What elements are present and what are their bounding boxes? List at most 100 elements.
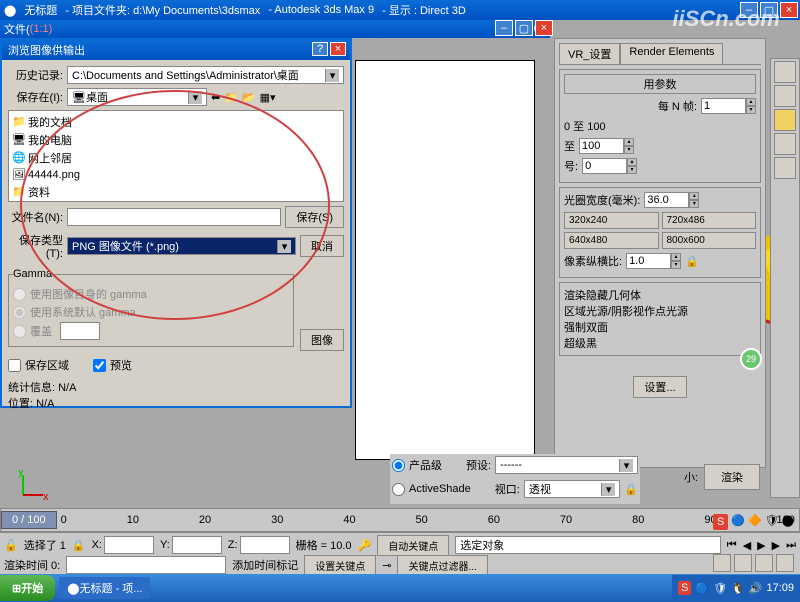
list-item[interactable]: 🖥我的电脑 xyxy=(11,131,341,149)
taskbar-item[interactable]: ⬤ 无标题 - 项... xyxy=(59,577,150,599)
new-folder-icon[interactable]: 📂 xyxy=(242,91,256,104)
view-menu-icon[interactable]: ▦▾ xyxy=(260,91,276,104)
tab-render-elements[interactable]: Render Elements xyxy=(620,43,723,64)
zoom-icon[interactable] xyxy=(734,554,752,572)
preset-800x600[interactable]: 800x600 xyxy=(662,232,757,249)
filename-input[interactable] xyxy=(67,208,281,226)
preset-320x240[interactable]: 320x240 xyxy=(564,212,659,229)
list-item[interactable]: 📁资料 xyxy=(11,183,341,201)
x-input[interactable] xyxy=(104,536,154,554)
viewport-combo[interactable]: 透视▾ xyxy=(524,480,620,498)
notification-badge[interactable]: 29 xyxy=(740,348,762,370)
preset-720x486[interactable]: 720x486 xyxy=(662,212,757,229)
tool-icon[interactable] xyxy=(774,133,796,155)
spinner-down-icon[interactable]: ▾ xyxy=(689,200,699,208)
back-icon[interactable]: ⬅ xyxy=(211,91,220,104)
dialog-close-button[interactable]: × xyxy=(330,42,346,56)
render-button[interactable]: 渲染 xyxy=(704,464,760,490)
save-region-checkbox[interactable] xyxy=(8,359,21,372)
tray-icon[interactable]: 🔵 xyxy=(731,514,745,530)
spinner-up-icon[interactable]: ▴ xyxy=(624,138,634,146)
num-input[interactable] xyxy=(582,158,627,174)
every-n-input[interactable] xyxy=(701,98,746,114)
lock-icon[interactable]: 🔒 xyxy=(685,255,699,268)
up-folder-icon[interactable]: 📁 xyxy=(224,91,238,104)
set-key-button[interactable]: 设置关键点 xyxy=(304,555,376,576)
to-input[interactable] xyxy=(579,138,624,154)
timeline-slider[interactable]: 0 / 100 xyxy=(1,511,57,529)
lock-icon[interactable]: 🔒 xyxy=(72,539,86,552)
play-end-icon[interactable]: ⏭ xyxy=(786,539,796,552)
tool-icon[interactable] xyxy=(774,61,796,83)
tray-icon[interactable]: 🛡 xyxy=(765,514,779,530)
dialog-help-button[interactable]: ? xyxy=(312,42,328,56)
tool-icon[interactable] xyxy=(774,157,796,179)
list-item[interactable]: 🌐网上邻居 xyxy=(11,149,341,167)
pan-icon[interactable] xyxy=(713,554,731,572)
preset-640x480[interactable]: 640x480 xyxy=(564,232,659,249)
tray-icon[interactable]: 🔶 xyxy=(748,514,762,530)
chevron-down-icon[interactable]: ▾ xyxy=(188,91,202,104)
preset-combo[interactable]: ------▾ xyxy=(495,456,638,474)
close-button[interactable]: × xyxy=(780,2,798,18)
spinner-up-icon[interactable]: ▴ xyxy=(627,158,637,166)
chevron-down-icon[interactable]: ▾ xyxy=(619,459,633,472)
y-input[interactable] xyxy=(172,536,222,554)
auto-key-button[interactable]: 自动关键点 xyxy=(377,535,449,556)
maximize-viewport-icon[interactable] xyxy=(776,554,794,572)
tool-icon[interactable] xyxy=(774,109,796,131)
spinner-down-icon[interactable]: ▾ xyxy=(624,146,634,154)
sub-maximize-button[interactable]: ▢ xyxy=(515,20,533,36)
tray-icon[interactable]: 🛡 xyxy=(713,582,727,595)
activeshade-radio[interactable] xyxy=(392,483,405,496)
play-start-icon[interactable]: ⏮ xyxy=(727,539,737,552)
lock-icon[interactable]: 🔓 xyxy=(4,539,18,552)
spinner-up-icon[interactable]: ▴ xyxy=(746,98,756,106)
prompt-input[interactable] xyxy=(66,556,226,574)
list-item[interactable]: 📁我的文档 xyxy=(11,113,341,131)
lock-icon[interactable]: 🔒 xyxy=(624,483,638,496)
filetype-combo[interactable]: PNG 图像文件 (*.png) ▾ xyxy=(67,237,296,255)
tray-icon[interactable]: S xyxy=(678,581,691,595)
tool-icon[interactable] xyxy=(774,85,796,107)
clock[interactable]: 17:09 xyxy=(766,582,794,594)
tray-icon[interactable]: 🐧 xyxy=(731,582,745,595)
key-filter-button[interactable]: 关键点过滤器... xyxy=(397,555,487,576)
play-prev-icon[interactable]: ◀ xyxy=(743,539,751,552)
tray-icon[interactable]: 🔊 xyxy=(749,582,763,595)
preview-checkbox[interactable] xyxy=(93,359,106,372)
dialog-titlebar[interactable]: 浏览图像供输出 ? × xyxy=(2,40,350,60)
orbit-icon[interactable] xyxy=(755,554,773,572)
file-list[interactable]: 📁我的文档 🖥我的电脑 🌐网上邻居 🖼44444.png 📁资料 xyxy=(8,110,344,202)
pixel-aspect-input[interactable] xyxy=(626,253,671,269)
key-icon[interactable]: 🔑 xyxy=(358,539,372,552)
cancel-button[interactable]: 取消 xyxy=(300,235,344,257)
section-header[interactable]: 用参数 xyxy=(564,74,756,94)
list-item[interactable]: 🖼44444.png xyxy=(11,167,341,183)
z-input[interactable] xyxy=(240,536,290,554)
play-icon[interactable]: ▶ xyxy=(757,539,765,552)
image-button[interactable]: 图像 xyxy=(300,329,344,351)
tab-vr-settings[interactable]: VR_设置 xyxy=(559,43,620,64)
start-button[interactable]: ⊞ 开始 xyxy=(0,575,55,601)
add-time-tag[interactable]: 添加时间标记 xyxy=(232,557,298,573)
sub-close-button[interactable]: × xyxy=(535,20,553,36)
chevron-down-icon[interactable]: ▾ xyxy=(277,240,291,253)
spinner-down-icon[interactable]: ▾ xyxy=(746,106,756,114)
tray-icon[interactable]: ⬤ xyxy=(782,514,794,530)
spinner-up-icon[interactable]: ▴ xyxy=(689,192,699,200)
play-next-icon[interactable]: ▶ xyxy=(772,539,780,552)
spinner-down-icon[interactable]: ▾ xyxy=(671,261,681,269)
save-in-combo[interactable]: 🖥 桌面 ▾ xyxy=(67,88,207,106)
chevron-down-icon[interactable]: ▾ xyxy=(601,483,615,496)
spinner-up-icon[interactable]: ▴ xyxy=(671,253,681,261)
product-radio[interactable] xyxy=(392,459,405,472)
spinner-down-icon[interactable]: ▾ xyxy=(627,166,637,174)
timeline[interactable]: 0 / 100 0 10 20 30 40 50 60 70 80 90 100 xyxy=(0,508,800,532)
history-combo[interactable]: C:\Documents and Settings\Administrator\… xyxy=(67,66,344,84)
aperture-input[interactable] xyxy=(644,192,689,208)
save-button[interactable]: 保存(S) xyxy=(285,206,344,228)
settings-button[interactable]: 设置... xyxy=(633,376,686,398)
tray-s-icon[interactable]: S xyxy=(713,514,728,530)
selection-filter-combo[interactable]: 选定对象 xyxy=(455,536,721,554)
